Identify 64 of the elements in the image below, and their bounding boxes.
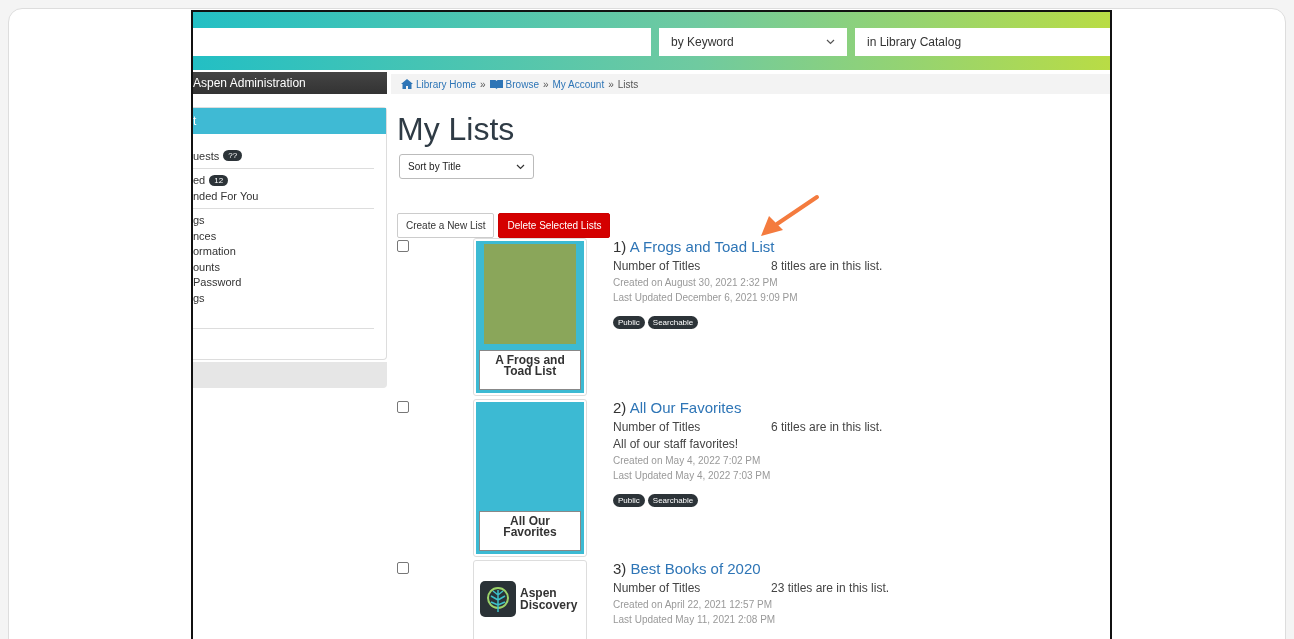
list-number: 3): [613, 560, 627, 577]
count-label: Number of Titles: [613, 259, 702, 273]
created-date: Created on August 30, 2021 2:32 PM: [613, 277, 779, 288]
search-field[interactable]: [193, 28, 651, 56]
list-description: All of our staff favorites!: [613, 437, 740, 451]
status-tag: Searchable: [647, 494, 699, 507]
sidebar-link[interactable]: ormation: [193, 245, 236, 258]
count-value: 6 titles are in this list.: [771, 420, 883, 434]
breadcrumb-link[interactable]: Library Home: [401, 78, 477, 90]
list-number: 2): [613, 399, 627, 416]
cover-label: A Frogs and Toad List: [479, 350, 581, 390]
search-type-select[interactable]: by Keyword: [659, 28, 847, 56]
book-icon: [489, 79, 503, 89]
updated-date: Last Updated December 6, 2021 9:09 PM: [613, 292, 799, 303]
sidebar-link[interactable]: uests: [193, 149, 220, 162]
logo-text: Aspen Discovery: [520, 587, 578, 611]
count-value: 23 titles are in this list.: [771, 581, 890, 595]
status-tag: Public: [613, 494, 645, 507]
sidebar-link[interactable]: gs: [193, 291, 205, 304]
cover-label: All Our Favorites: [479, 511, 581, 551]
create-list-button[interactable]: Create a New List: [397, 213, 495, 238]
breadcrumb-link[interactable]: Browse: [489, 78, 539, 90]
search-scope-select[interactable]: in Library Catalog: [855, 28, 1110, 56]
breadcrumb-separator: »: [608, 78, 614, 90]
list-title-link[interactable]: A Frogs and Toad List: [629, 238, 775, 255]
count-label: Number of Titles: [613, 420, 702, 434]
count-badge: 12: [209, 174, 229, 186]
delete-lists-button[interactable]: Delete Selected Lists: [498, 213, 611, 238]
list-checkbox[interactable]: [397, 401, 409, 413]
sidebar-link[interactable]: Password: [193, 276, 242, 289]
list-title-link[interactable]: All Our Favorites: [629, 399, 742, 416]
page-title: My Lists: [397, 110, 516, 148]
breadcrumb-current: Lists: [617, 78, 639, 90]
updated-date: Last Updated May 11, 2021 2:08 PM: [613, 614, 777, 625]
list-checkbox[interactable]: [397, 562, 409, 574]
list-number: 1): [613, 238, 627, 255]
list-checkbox[interactable]: [397, 240, 409, 252]
count-value: 8 titles are in this list.: [771, 259, 883, 273]
status-tag: Searchable: [647, 316, 699, 329]
updated-date: Last Updated May 4, 2022 7:03 PM: [613, 470, 772, 481]
sidebar-link[interactable]: nces: [193, 229, 217, 242]
leaf-logo-icon: [480, 581, 516, 617]
home-icon: [401, 79, 413, 89]
count-badge: ??: [223, 150, 243, 162]
list-cover[interactable]: All Our Favorites: [473, 399, 587, 557]
breadcrumb-separator: »: [542, 78, 549, 90]
list-title-link[interactable]: Best Books of 2020: [630, 560, 761, 577]
chevron-down-icon: [826, 39, 835, 45]
list-cover[interactable]: A Frogs and Toad List: [473, 238, 587, 396]
created-date: Created on May 4, 2022 7:02 PM: [613, 455, 762, 466]
sidebar-link[interactable]: ounts: [193, 260, 220, 273]
annotation-arrow: [759, 194, 821, 238]
list-cover[interactable]: Aspen Discovery: [473, 560, 587, 639]
sort-select[interactable]: Sort by Title: [399, 154, 534, 179]
breadcrumb-link[interactable]: My Account: [552, 78, 605, 90]
breadcrumb-separator: »: [480, 78, 486, 90]
created-date: Created on April 22, 2021 12:57 PM: [613, 599, 773, 610]
sidebar-link[interactable]: ed: [193, 174, 206, 187]
status-tag: Public: [613, 316, 645, 329]
sidebar-link[interactable]: nded For You: [193, 189, 259, 202]
sidebar-link[interactable]: gs: [193, 214, 205, 227]
admin-menu-bar[interactable]: Aspen Administration: [193, 72, 387, 94]
chevron-down-icon: [516, 163, 525, 170]
count-label: Number of Titles: [613, 581, 702, 595]
